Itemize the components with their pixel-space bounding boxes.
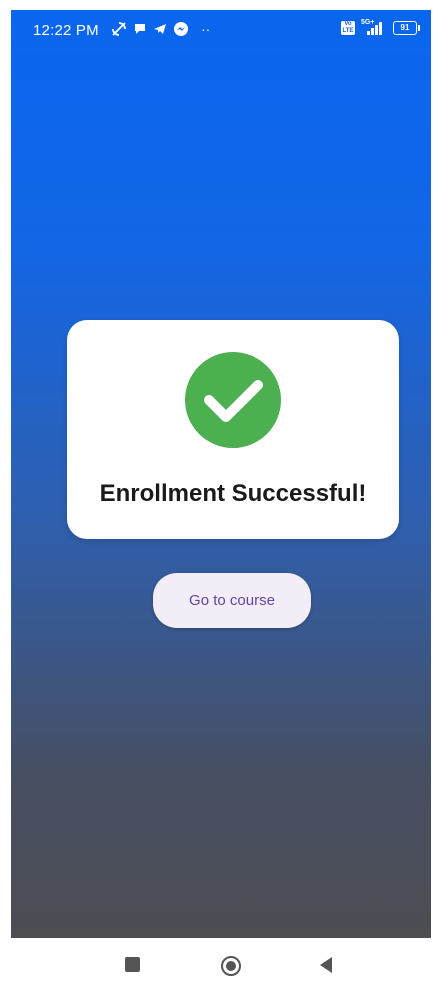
success-card: Enrollment Successful! (67, 320, 399, 539)
go-to-course-button[interactable]: Go to course (153, 573, 311, 628)
volte-icon: Vo LTE (341, 21, 355, 35)
telegram-icon (153, 22, 167, 36)
system-navigation-bar (0, 938, 441, 976)
app-screen: 12:22 PM ·· Vo LTE 5G+ 91 Enrollment Suc… (11, 10, 431, 938)
signal-icon: 5G+ (361, 19, 387, 36)
messenger-icon (173, 21, 189, 37)
check-circle-icon (185, 352, 281, 448)
more-notifications-icon: ·· (201, 21, 211, 37)
system-icons: Vo LTE 5G+ 91 (341, 19, 420, 36)
status-time: 12:22 PM (33, 22, 99, 39)
battery-icon: 91 (393, 21, 420, 35)
sync-off-icon (111, 21, 127, 37)
status-bar: 12:22 PM ·· Vo LTE 5G+ 91 (11, 10, 431, 52)
success-title: Enrollment Successful! (99, 480, 367, 507)
chat-bubble-icon (133, 22, 147, 36)
notification-icons: ·· (111, 21, 210, 37)
back-triangle-icon[interactable] (318, 956, 334, 979)
home-circle-icon[interactable] (220, 955, 242, 982)
recents-square-icon[interactable] (125, 957, 140, 972)
